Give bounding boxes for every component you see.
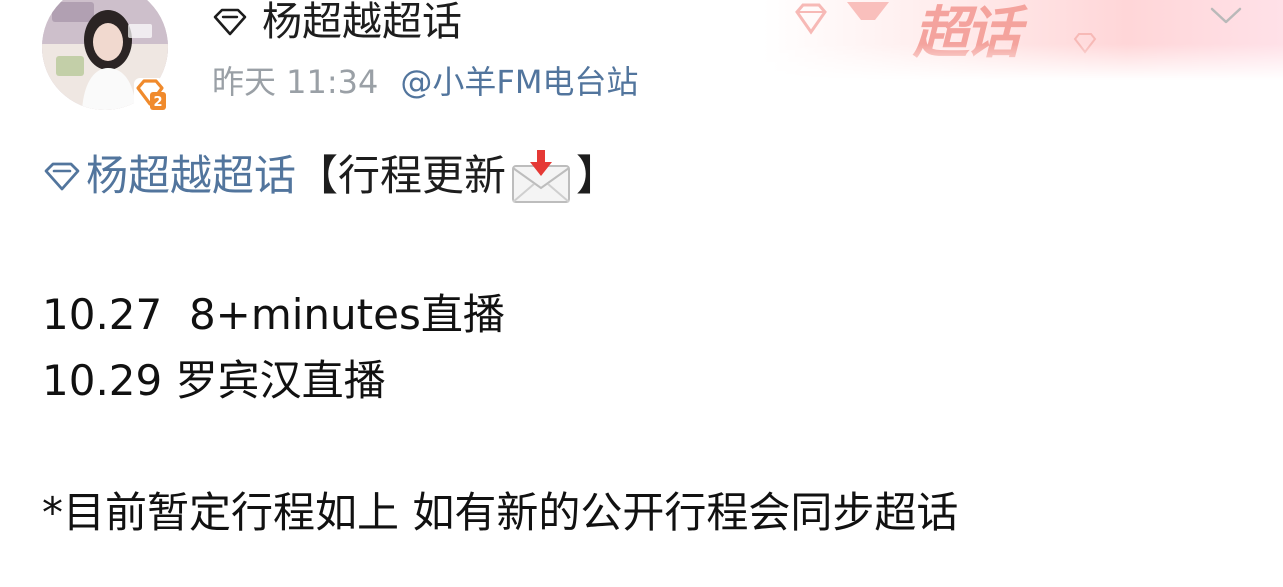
avatar[interactable]: 2 [42,0,168,110]
post-title: 行程更新 [338,151,507,200]
envelope-with-arrow-icon [512,150,571,203]
supertopic-link[interactable]: 杨超越超话 [42,140,296,212]
bracket-open: 【 [296,151,339,200]
post-footnote: *目前暂定行程如上 如有新的公开行程会同步超话 [42,488,959,537]
schedule-item: 10.27 8+minutes直播 [42,290,505,339]
diamond-icon [1073,33,1097,54]
chevron-down-icon[interactable] [1209,6,1243,26]
supertopic-wordmark: 超话 [913,1,1021,66]
diamond-icon [847,2,889,20]
supertopic-banner: 超话 [763,0,1283,80]
supertopic-badge-icon: 2 [134,78,166,110]
bracket-close: 】 [576,151,619,200]
diamond-icon [795,3,827,35]
post-source-link[interactable]: @小羊FM电台站 [400,60,638,104]
post-topic-line: 杨超越超话 【 行程更新 】 [42,140,1242,212]
supertopic-link-text[interactable]: 杨超越超话 [86,140,296,212]
post-author-row[interactable]: 杨超越超话 [212,0,462,46]
post-timestamp: 昨天 11:34 [212,63,379,101]
post-meta: 昨天 11:34 @小羊FM电台站 [212,60,638,104]
supertopic-diamond-icon [44,162,80,191]
post-topic-name[interactable]: 杨超越超话 [262,0,462,46]
svg-text:2: 2 [153,95,162,110]
post-body: 杨超越超话 【 行程更新 】 10.27 8+minutes直播 10.29 罗… [42,140,1242,546]
schedule-item: 10.29 罗宾汉直播 [42,356,386,405]
schedule-list: 10.27 8+minutes直播 10.29 罗宾汉直播 [42,282,1242,414]
supertopic-diamond-icon [213,8,247,36]
